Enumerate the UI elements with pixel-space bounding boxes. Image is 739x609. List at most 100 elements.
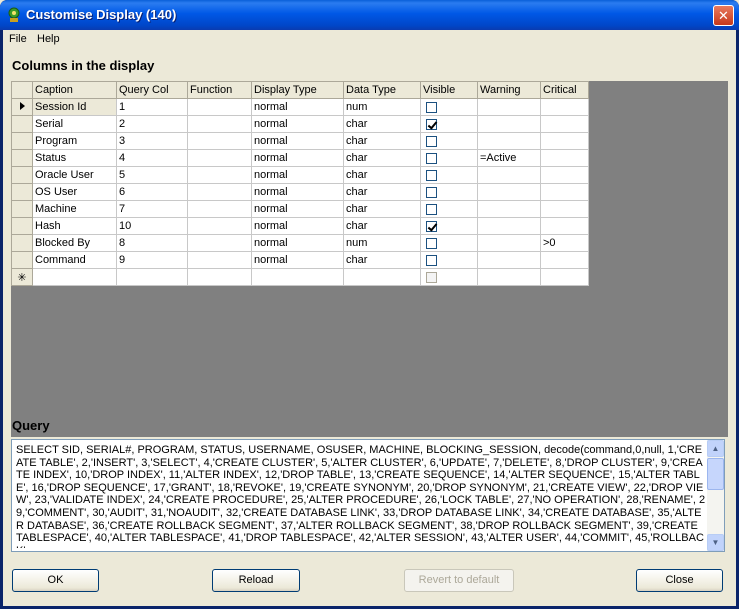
col-header-query-col[interactable]: Query Col bbox=[116, 81, 188, 99]
cell-warning[interactable] bbox=[477, 200, 541, 218]
cell-caption[interactable]: Status bbox=[32, 149, 117, 167]
visible-cell[interactable] bbox=[420, 217, 478, 235]
cell-display-type[interactable]: normal bbox=[251, 149, 344, 167]
cell-caption[interactable]: Blocked By bbox=[32, 234, 117, 252]
visible-checkbox[interactable] bbox=[426, 220, 437, 232]
cell-critical[interactable] bbox=[540, 149, 589, 167]
cell-function[interactable] bbox=[187, 149, 252, 167]
row-selector[interactable] bbox=[11, 115, 33, 133]
visible-checkbox[interactable] bbox=[426, 169, 437, 181]
cell-data-type[interactable]: char bbox=[343, 217, 421, 235]
cell-caption[interactable]: OS User bbox=[32, 183, 117, 201]
row-selector[interactable] bbox=[11, 132, 33, 150]
col-header-caption[interactable]: Caption bbox=[32, 81, 117, 99]
cell-function[interactable] bbox=[187, 132, 252, 150]
cell-data-type[interactable]: char bbox=[343, 166, 421, 184]
visible-cell[interactable] bbox=[420, 200, 478, 218]
cell-caption[interactable]: Program bbox=[32, 132, 117, 150]
row-selector[interactable] bbox=[11, 251, 33, 269]
cell-display-type[interactable]: normal bbox=[251, 234, 344, 252]
table-row[interactable]: Serial 2 normal char bbox=[11, 115, 589, 133]
cell-critical[interactable] bbox=[540, 217, 589, 235]
cell-caption[interactable]: Session Id bbox=[32, 98, 117, 116]
cell-display-type[interactable]: normal bbox=[251, 166, 344, 184]
visible-checkbox[interactable] bbox=[426, 203, 437, 215]
cell-query-col[interactable]: 9 bbox=[116, 251, 188, 269]
cell-critical[interactable] bbox=[540, 98, 589, 116]
table-row[interactable]: Hash 10 normal char bbox=[11, 217, 589, 235]
scroll-up-icon[interactable]: ▲ bbox=[707, 440, 724, 457]
cell-caption[interactable]: Hash bbox=[32, 217, 117, 235]
cell-warning[interactable] bbox=[477, 234, 541, 252]
new-row-visible-checkbox[interactable] bbox=[426, 271, 437, 283]
cell-display-type[interactable]: normal bbox=[251, 132, 344, 150]
cell-critical[interactable] bbox=[540, 200, 589, 218]
table-row[interactable]: Session Id 1 normal num bbox=[11, 98, 589, 116]
cell-function[interactable] bbox=[187, 166, 252, 184]
row-selector[interactable] bbox=[11, 166, 33, 184]
visible-cell[interactable] bbox=[420, 149, 478, 167]
cell-data-type[interactable]: num bbox=[343, 98, 421, 116]
new-row[interactable]: ✳ bbox=[11, 268, 589, 286]
visible-checkbox[interactable] bbox=[426, 186, 437, 198]
cell-data-type[interactable]: char bbox=[343, 115, 421, 133]
cell-critical[interactable] bbox=[540, 132, 589, 150]
cell-warning[interactable] bbox=[477, 183, 541, 201]
visible-checkbox[interactable] bbox=[426, 135, 437, 147]
cell-data-type[interactable]: char bbox=[343, 251, 421, 269]
cell-query-col[interactable]: 7 bbox=[116, 200, 188, 218]
new-row-cell[interactable] bbox=[116, 268, 188, 286]
close-button[interactable]: Close bbox=[636, 569, 723, 592]
row-selector[interactable] bbox=[11, 98, 33, 116]
cell-function[interactable] bbox=[187, 183, 252, 201]
cell-warning[interactable] bbox=[477, 115, 541, 133]
table-row[interactable]: Command 9 normal char bbox=[11, 251, 589, 269]
cell-data-type[interactable]: char bbox=[343, 132, 421, 150]
cell-function[interactable] bbox=[187, 251, 252, 269]
visible-checkbox[interactable] bbox=[426, 254, 437, 266]
visible-cell[interactable] bbox=[420, 132, 478, 150]
cell-query-col[interactable]: 4 bbox=[116, 149, 188, 167]
visible-cell[interactable] bbox=[420, 166, 478, 184]
cell-caption[interactable]: Machine bbox=[32, 200, 117, 218]
close-window-button[interactable]: ✕ bbox=[713, 5, 734, 26]
visible-cell[interactable] bbox=[420, 251, 478, 269]
columns-grid[interactable]: Caption Query Col Function Display Type … bbox=[11, 81, 728, 437]
cell-function[interactable] bbox=[187, 200, 252, 218]
cell-warning[interactable]: =Active bbox=[477, 149, 541, 167]
table-row[interactable]: Machine 7 normal char bbox=[11, 200, 589, 218]
cell-function[interactable] bbox=[187, 234, 252, 252]
new-row-cell[interactable] bbox=[420, 268, 478, 286]
cell-query-col[interactable]: 3 bbox=[116, 132, 188, 150]
cell-function[interactable] bbox=[187, 217, 252, 235]
visible-cell[interactable] bbox=[420, 115, 478, 133]
revert-to-default-button[interactable]: Revert to default bbox=[404, 569, 514, 592]
cell-caption[interactable]: Oracle User bbox=[32, 166, 117, 184]
cell-warning[interactable] bbox=[477, 251, 541, 269]
row-selector[interactable] bbox=[11, 217, 33, 235]
col-header-display-type[interactable]: Display Type bbox=[251, 81, 344, 99]
reload-button[interactable]: Reload bbox=[212, 569, 300, 592]
cell-display-type[interactable]: normal bbox=[251, 200, 344, 218]
cell-query-col[interactable]: 2 bbox=[116, 115, 188, 133]
cell-query-col[interactable]: 6 bbox=[116, 183, 188, 201]
cell-warning[interactable] bbox=[477, 217, 541, 235]
cell-warning[interactable] bbox=[477, 132, 541, 150]
scroll-thumb[interactable] bbox=[707, 458, 724, 490]
cell-critical[interactable] bbox=[540, 115, 589, 133]
cell-critical[interactable] bbox=[540, 183, 589, 201]
table-row[interactable]: Blocked By 8 normal num >0 bbox=[11, 234, 589, 252]
new-row-asterisk-icon[interactable]: ✳ bbox=[11, 268, 33, 286]
row-selector[interactable] bbox=[11, 183, 33, 201]
row-selector[interactable] bbox=[11, 149, 33, 167]
new-row-cell[interactable] bbox=[32, 268, 117, 286]
cell-display-type[interactable]: normal bbox=[251, 183, 344, 201]
cell-function[interactable] bbox=[187, 115, 252, 133]
menu-file[interactable]: File bbox=[9, 33, 27, 45]
cell-warning[interactable] bbox=[477, 98, 541, 116]
cell-data-type[interactable]: char bbox=[343, 200, 421, 218]
new-row-cell[interactable] bbox=[540, 268, 589, 286]
cell-query-col[interactable]: 10 bbox=[116, 217, 188, 235]
cell-query-col[interactable]: 5 bbox=[116, 166, 188, 184]
cell-data-type[interactable]: num bbox=[343, 234, 421, 252]
